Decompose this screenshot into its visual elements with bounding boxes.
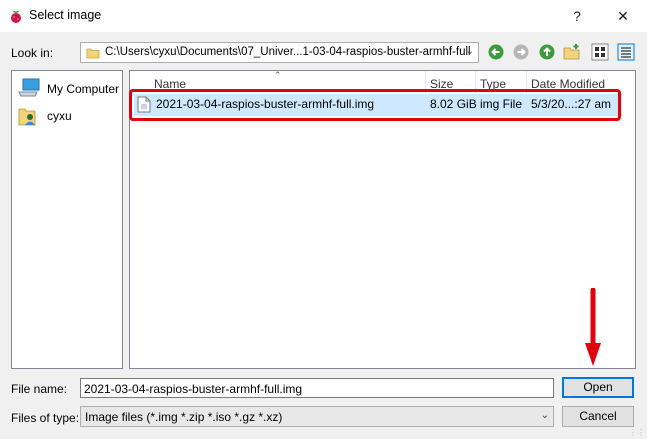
chevron-down-icon: ⌄ [465, 46, 474, 57]
place-label: cyxu [47, 109, 72, 123]
user-folder-icon [18, 108, 36, 126]
computer-icon [18, 78, 40, 97]
cancel-button[interactable]: Cancel [562, 406, 634, 427]
file-dialog: Select image ? ✕ Look in: C:\Users\cyxu\… [0, 0, 647, 439]
title-bar: Select image ? ✕ [0, 0, 647, 32]
highlight-box [129, 89, 621, 121]
back-icon[interactable] [487, 43, 505, 61]
file-type-select[interactable]: Image files (*.img *.zip *.iso *.gz *.xz… [80, 406, 554, 427]
place-label: My Computer [47, 82, 120, 96]
look-in-path: C:\Users\cyxu\Documents\07_Univer...1-03… [105, 46, 471, 58]
window-title: Select image [29, 8, 102, 22]
places-sidebar: My Computer cyxu [11, 70, 123, 369]
resize-grip-icon[interactable]: ⋮⋮ [629, 428, 645, 437]
look-in-combo[interactable]: C:\Users\cyxu\Documents\07_Univer...1-03… [80, 42, 479, 63]
files-of-type-label: Files of type: [11, 411, 80, 425]
folder-icon [86, 48, 100, 59]
detail-view-icon[interactable] [617, 43, 635, 61]
chevron-down-icon: ⌄ [540, 410, 549, 421]
look-in-label: Look in: [11, 46, 54, 60]
help-button[interactable]: ? [557, 2, 597, 30]
close-button[interactable]: ✕ [603, 2, 643, 30]
file-name-label: File name: [11, 382, 68, 396]
open-button[interactable]: Open [562, 377, 634, 398]
forward-icon[interactable] [512, 43, 530, 61]
file-name-input[interactable]: 2021-03-04-raspios-buster-armhf-full.img [80, 378, 554, 398]
up-folder-icon[interactable] [538, 43, 556, 61]
raspberry-icon [11, 10, 21, 23]
list-view-icon[interactable] [591, 43, 609, 61]
new-folder-icon[interactable] [563, 43, 581, 61]
annotation-arrow-icon [585, 288, 601, 366]
